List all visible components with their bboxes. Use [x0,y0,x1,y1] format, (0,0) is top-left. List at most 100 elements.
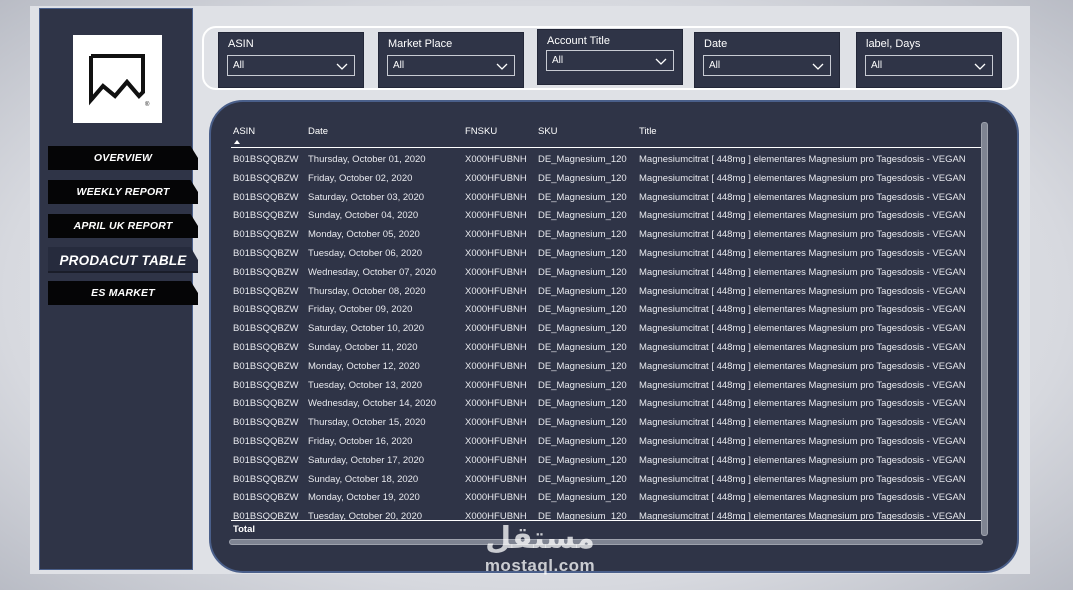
slicer-value: All [709,60,721,71]
cell-date: Sunday, October 11, 2020 [308,341,418,353]
table-row[interactable]: B01BSQQBZW Tuesday, October 06, 2020 X000H… [231,246,983,265]
account-title-dropdown[interactable]: All [546,50,674,71]
cell-fnsku: X000HFUBNH [465,285,527,297]
cell-sku: DE_Magnesium_120 [538,266,627,278]
cell-title: Magnesiumcitrat [ 448mg ] elementares Ma… [639,285,966,297]
brand-logo: ® [73,35,162,123]
account-title-slicer: Account Title All [537,29,683,85]
watermark: مستقل mostaql.com [470,522,610,582]
cell-sku: DE_Magnesium_120 [538,454,627,466]
cell-title: Magnesiumcitrat [ 448mg ] elementares Ma… [639,172,966,184]
cell-fnsku: X000HFUBNH [465,229,527,241]
product-table-panel: ASIN Date FNSKU SKU Title B01BSQQBZW Thur… [209,100,1019,573]
market-place-dropdown[interactable]: All [387,55,515,76]
nav-label: OVERVIEW [93,152,153,164]
cell-date: Sunday, October 04, 2020 [308,210,419,222]
product-table: ASIN Date FNSKU SKU Title B01BSQQBZW Thur… [231,116,983,520]
table-row[interactable]: B01BSQQBZW Tuesday, October 13, 2020 X000H… [231,378,983,397]
sort-ascending-icon [234,140,240,144]
column-header-sku[interactable]: SKU [538,126,636,137]
cell-sku: DE_Magnesium_120 [538,417,627,429]
vertical-scrollbar-thumb[interactable] [981,122,988,536]
cell-fnsku: X000HFUBNH [465,341,527,353]
cell-fnsku: X000HFUBNH [465,304,527,316]
column-header-date[interactable]: Date [308,126,463,137]
filter-bar: ASIN All Market Place All Account Title … [202,26,1019,90]
asin-dropdown[interactable]: All [227,55,355,76]
cell-asin: B01BSQQBZW [233,154,299,165]
cell-asin: B01BSQQBZW [233,247,299,259]
slicer-label: Market Place [388,38,453,50]
table-row[interactable]: B01BSQQBZW Monday, October 19, 2020 X000HF… [231,490,983,509]
table-row[interactable]: B01BSQQBZW Wednesday, October 07, 2020 X00… [231,265,983,284]
cell-asin: B01BSQQBZW [233,285,299,297]
cell-asin: B01BSQQBZW [233,266,299,278]
cell-date: Saturday, October 17, 2020 [308,454,425,466]
table-row[interactable]: B01BSQQBZW Sunday, October 04, 2020 X000HF… [231,208,983,227]
cell-fnsku: X000HFUBNH [465,210,527,222]
column-header-asin[interactable]: ASIN [233,126,305,137]
watermark-arabic-text: مستقل [485,521,595,556]
column-header-fnsku[interactable]: FNSKU [465,126,535,137]
nav-es-market-button[interactable]: ES MARKET [48,281,198,305]
label-days-dropdown[interactable]: All [865,55,993,76]
cell-title: Magnesiumcitrat [ 448mg ] elementares Ma… [639,210,966,222]
table-row[interactable]: B01BSQQBZW Saturday, October 17, 2020 X000… [231,453,983,472]
table-row[interactable]: B01BSQQBZW Saturday, October 10, 2020 X000… [231,321,983,340]
nav-product-table-button[interactable]: PRODACUT TABLE [48,247,198,273]
table-row[interactable]: B01BSQQBZW Sunday, October 18, 2020 X000HF… [231,472,983,491]
table-row[interactable]: B01BSQQBZW Saturday, October 03, 2020 X000… [231,190,983,209]
cell-fnsku: X000HFUBNH [465,360,527,372]
cell-title: Magnesiumcitrat [ 448mg ] elementares Ma… [639,154,966,165]
cell-asin: B01BSQQBZW [233,191,299,203]
cell-title: Magnesiumcitrat [ 448mg ] elementares Ma… [639,454,966,466]
cell-fnsku: X000HFUBNH [465,454,527,466]
table-row[interactable]: B01BSQQBZW Monday, October 05, 2020 X000HF… [231,227,983,246]
nav-overview-button[interactable]: OVERVIEW [48,146,198,170]
date-dropdown[interactable]: All [703,55,831,76]
cell-asin: B01BSQQBZW [233,473,299,485]
cell-date: Tuesday, October 13, 2020 [308,379,423,391]
cell-asin: B01BSQQBZW [233,341,299,353]
slicer-label: label, Days [866,38,921,50]
table-row[interactable]: B01BSQQBZW Monday, October 12, 2020 X000HF… [231,359,983,378]
cell-sku: DE_Magnesium_120 [538,511,627,520]
mountain-frame-logo-icon: ® [88,54,150,108]
cell-asin: B01BSQQBZW [233,360,299,372]
slicer-label: ASIN [228,38,254,50]
cell-fnsku: X000HFUBNH [465,323,527,335]
nav-weekly-report-button[interactable]: WEEKLY REPORT [48,180,198,204]
cell-date: Monday, October 19, 2020 [308,492,420,504]
column-header-title[interactable]: Title [639,126,983,137]
nav-label: WEEKLY REPORT [76,186,170,198]
slicer-value: All [233,60,245,71]
cell-date: Wednesday, October 07, 2020 [308,266,436,278]
cell-asin: B01BSQQBZW [233,379,299,391]
cell-sku: DE_Magnesium_120 [538,210,627,222]
market-place-slicer: Market Place All [378,32,524,88]
cell-sku: DE_Magnesium_120 [538,285,627,297]
sidebar: ® OVERVIEW WEEKLY REPORT APRIL UK REPORT… [39,8,198,570]
table-row[interactable]: B01BSQQBZW Tuesday, October 20, 2020 X000H… [231,509,983,520]
cell-fnsku: X000HFUBNH [465,492,527,504]
cell-title: Magnesiumcitrat [ 448mg ] elementares Ma… [639,229,966,241]
table-row[interactable]: B01BSQQBZW Friday, October 02, 2020 X000HF… [231,171,983,190]
nav-april-uk-report-button[interactable]: APRIL UK REPORT [48,214,198,238]
cell-fnsku: X000HFUBNH [465,398,527,410]
table-row[interactable]: B01BSQQBZW Friday, October 09, 2020 X000HF… [231,302,983,321]
cell-title: Magnesiumcitrat [ 448mg ] elementares Ma… [639,266,966,278]
label-days-slicer: label, Days All [856,32,1002,88]
total-label: Total [233,524,255,535]
table-row[interactable]: B01BSQQBZW Friday, October 16, 2020 X000HF… [231,434,983,453]
table-row[interactable]: B01BSQQBZW Wednesday, October 14, 2020 X00… [231,396,983,415]
nav-label: PRODACUT TABLE [59,252,187,268]
cell-sku: DE_Magnesium_120 [538,398,627,410]
table-row[interactable]: B01BSQQBZW Thursday, October 01, 2020 X000… [231,152,983,171]
asin-slicer: ASIN All [218,32,364,88]
table-row[interactable]: B01BSQQBZW Sunday, October 11, 2020 X000HF… [231,340,983,359]
table-row[interactable]: B01BSQQBZW Thursday, October 08, 2020 X000… [231,284,983,303]
table-row[interactable]: B01BSQQBZW Thursday, October 15, 2020 X000… [231,415,983,434]
cell-title: Magnesiumcitrat [ 448mg ] elementares Ma… [639,398,966,410]
vertical-scrollbar[interactable] [981,122,988,536]
slicer-label: Date [704,38,728,50]
